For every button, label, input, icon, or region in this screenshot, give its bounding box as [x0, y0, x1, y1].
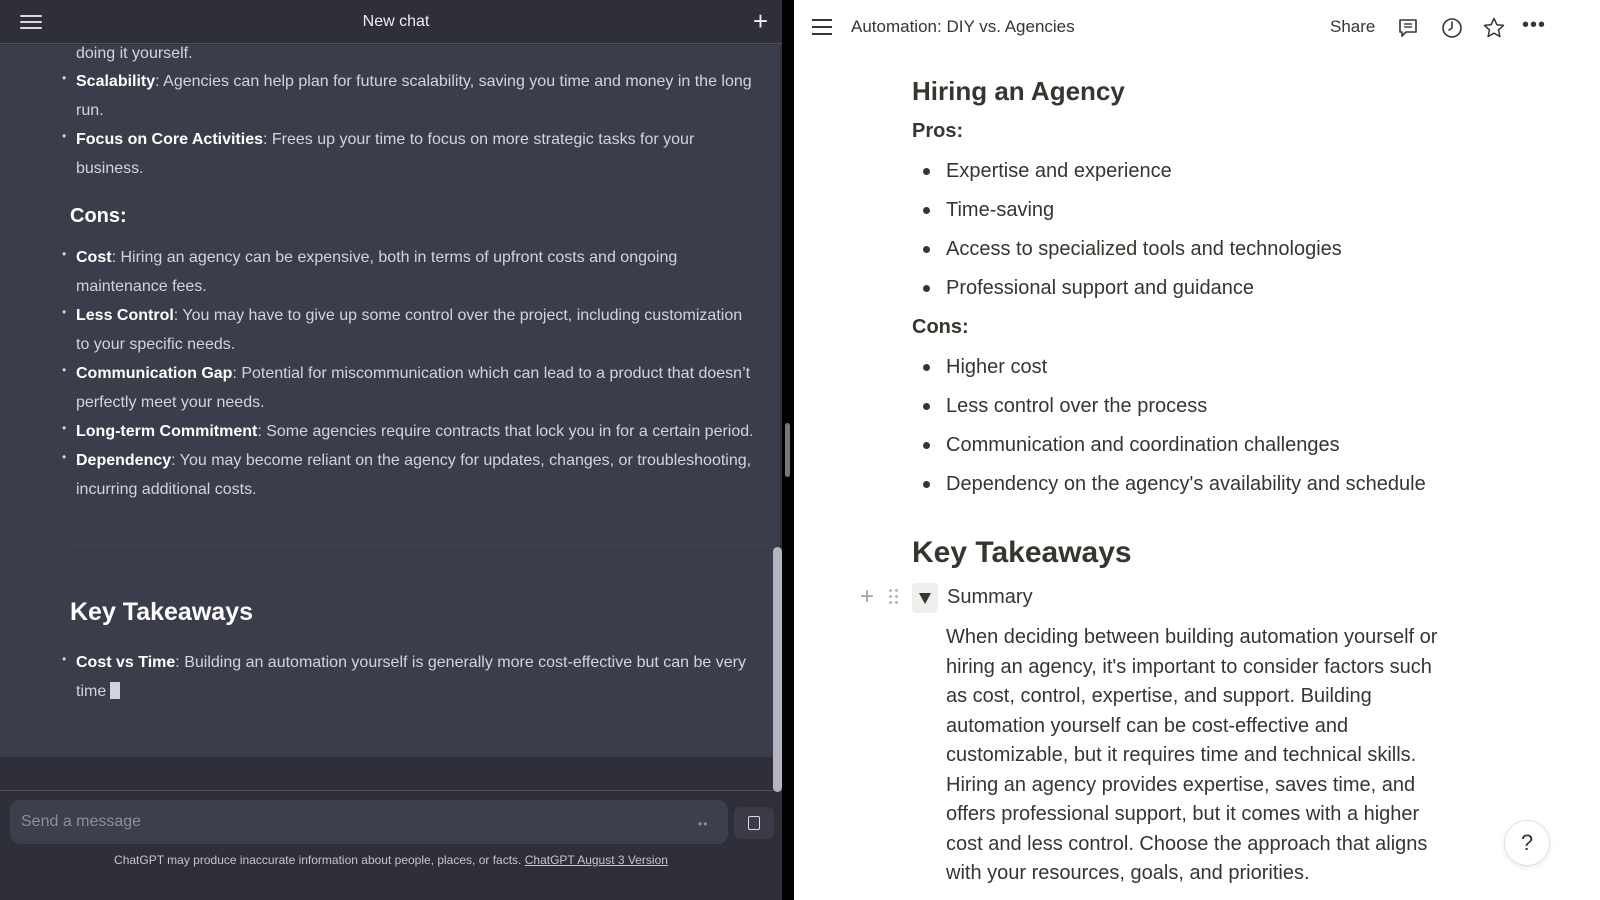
item-term: Scalability [76, 73, 156, 90]
takeaways-list: Cost vs Time: Building an automation you… [60, 645, 770, 706]
item-text-cont: run. [76, 102, 104, 119]
item-text-cont: perfectly meet your needs. [76, 394, 265, 411]
chat-header: New chat + [0, 0, 792, 44]
stop-square-icon [748, 816, 760, 830]
notion-pane: Automation: DIY vs. Agencies Share ••• H… [794, 0, 1600, 900]
item-term: Less Control [76, 307, 174, 324]
summary-paragraph[interactable]: When deciding between building automatio… [946, 623, 1456, 889]
share-button[interactable]: Share [1330, 17, 1375, 37]
notion-topbar: Automation: DIY vs. Agencies Share ••• [794, 0, 1600, 55]
list-item: Communication Gap: Potential for miscomm… [60, 356, 770, 417]
star-icon[interactable] [1482, 16, 1506, 40]
item-text-cont: to your specific needs. [76, 336, 236, 353]
item-text: : Frees up your time to focus on more st… [263, 131, 695, 148]
list-item[interactable]: Expertise and experience [912, 158, 1342, 197]
chat-scroll-area[interactable]: doing it yourself. Scalability: Agencies… [0, 45, 792, 775]
pros-label: Pros: [912, 120, 964, 142]
cons-list: Higher cost Less control over the proces… [912, 354, 1426, 510]
takeaways-heading: Key Takeaways [70, 598, 253, 626]
plus-icon[interactable]: + [860, 584, 874, 610]
toggle-label[interactable]: Summary [947, 586, 1033, 609]
hamburger-menu-icon[interactable] [20, 12, 42, 32]
item-text-cont: incurring additional costs. [76, 481, 257, 498]
item-term: Communication Gap [76, 365, 233, 382]
list-item: Scalability: Agencies can help plan for … [60, 64, 770, 125]
item-text: : Potential for miscommunication which c… [232, 365, 751, 382]
item-term: Long-term Commitment [76, 423, 258, 440]
list-item[interactable]: Professional support and guidance [912, 275, 1342, 314]
list-item[interactable]: Access to specialized tools and technolo… [912, 236, 1342, 275]
toggle-block: + Summary [856, 582, 1356, 614]
plus-icon[interactable]: + [753, 8, 768, 34]
item-text-cont: business. [76, 160, 144, 177]
message-input[interactable] [10, 800, 728, 844]
list-item: Focus on Core Activities: Frees up your … [60, 122, 770, 183]
stop-generating-button[interactable] [734, 807, 774, 839]
triangle-down-icon [919, 593, 931, 604]
chatgpt-pane: doing it yourself. Scalability: Agencies… [0, 0, 792, 900]
ellipsis-icon: •• [698, 817, 709, 831]
version-link[interactable]: ChatGPT August 3 Version [525, 853, 668, 867]
chat-title: New chat [362, 12, 430, 30]
hamburger-menu-icon[interactable] [812, 19, 832, 36]
cons-list: Cost: Hiring an agency can be expensive,… [60, 240, 770, 504]
scrollbar-thumb[interactable] [773, 547, 782, 792]
disclaimer: ChatGPT may produce inaccurate informati… [0, 853, 782, 867]
list-item[interactable]: Time-saving [912, 197, 1342, 236]
divider [0, 790, 782, 791]
item-text: : Hiring an agency can be expensive, bot… [111, 249, 678, 266]
item-text-cont: time [76, 683, 107, 700]
help-button[interactable]: ? [1504, 820, 1550, 866]
comment-icon[interactable] [1396, 16, 1420, 40]
list-item: Long-term Commitment: Some agencies requ… [60, 414, 770, 446]
item-term: Dependency [76, 452, 172, 469]
pros-tail-list: Scalability: Agencies can help plan for … [60, 64, 770, 183]
document-title[interactable]: Automation: DIY vs. Agencies [851, 17, 1075, 37]
item-text: : You may become reliant on the agency f… [171, 452, 752, 469]
item-text: : Some agencies require contracts that l… [257, 423, 754, 440]
list-item[interactable]: Higher cost [912, 354, 1426, 393]
item-text: : Building an automation yourself is gen… [175, 654, 746, 671]
item-term: Cost [76, 249, 112, 266]
composer-area: •• ChatGPT may produce inaccurate inform… [0, 757, 792, 900]
takeaways-heading: Key Takeaways [912, 536, 1132, 569]
typing-cursor [110, 682, 121, 699]
pros-list: Expertise and experience Time-saving Acc… [912, 158, 1342, 314]
item-term: Focus on Core Activities [76, 131, 263, 148]
divider [70, 550, 780, 551]
item-text: : You may have to give up some control o… [173, 307, 743, 324]
disclaimer-text: ChatGPT may produce inaccurate informati… [114, 853, 522, 867]
list-item: Cost vs Time: Building an automation you… [60, 645, 770, 706]
list-item[interactable]: Dependency on the agency's availability … [912, 471, 1426, 510]
cons-heading: Cons: [70, 205, 127, 227]
list-item: Cost: Hiring an agency can be expensive,… [60, 240, 770, 301]
section-heading: Hiring an Agency [912, 76, 1125, 106]
cons-label: Cons: [912, 316, 969, 338]
more-icon[interactable]: ••• [1522, 14, 1552, 38]
item-term: Cost vs Time [76, 654, 176, 671]
list-item: Less Control: You may have to give up so… [60, 298, 770, 359]
toggle-triangle-button[interactable] [912, 583, 938, 613]
splitter-handle[interactable] [785, 423, 790, 477]
item-text-cont: maintenance fees. [76, 278, 207, 295]
history-icon[interactable] [1440, 16, 1464, 40]
list-item: Dependency: You may become reliant on th… [60, 443, 770, 504]
drag-handle-icon[interactable] [889, 589, 899, 605]
list-item[interactable]: Communication and coordination challenge… [912, 432, 1426, 471]
list-item[interactable]: Less control over the process [912, 393, 1426, 432]
item-text: : Agencies can help plan for future scal… [155, 73, 752, 90]
assistant-message: doing it yourself. Scalability: Agencies… [0, 45, 780, 775]
